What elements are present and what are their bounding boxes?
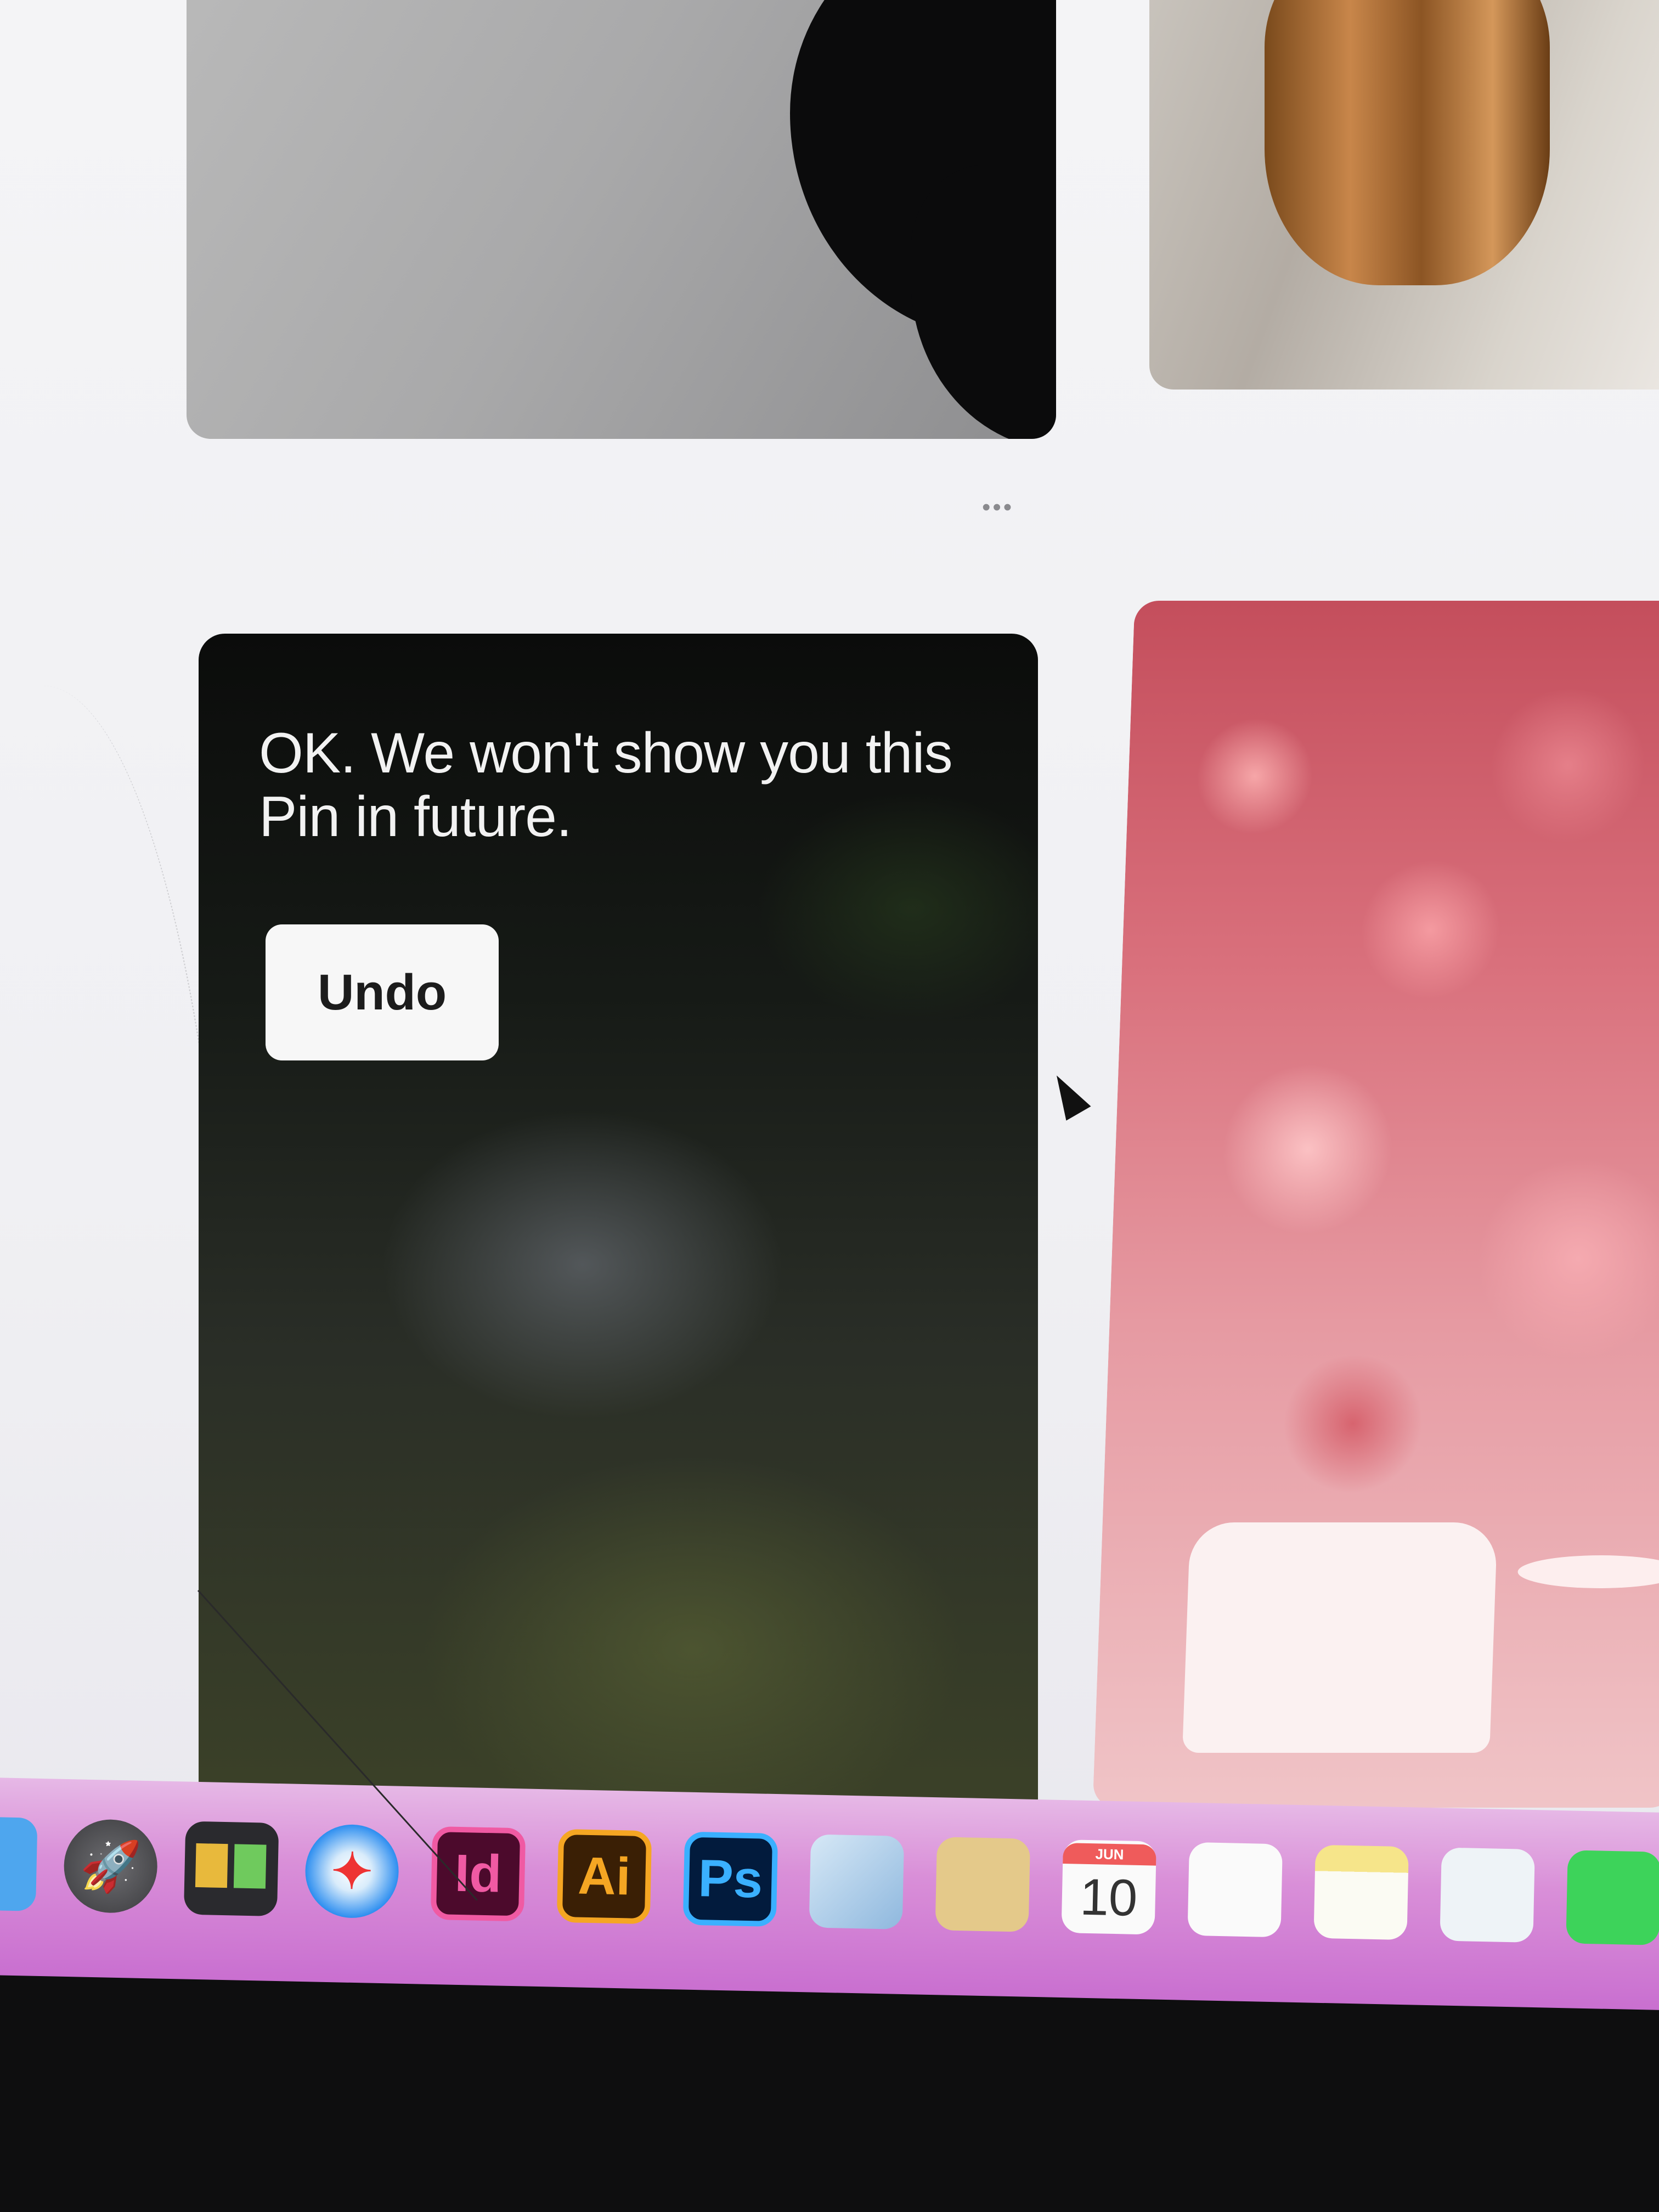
- undo-button[interactable]: Undo: [266, 924, 499, 1060]
- pin-image-chair: [1182, 1522, 1498, 1753]
- pin-image-pink-floral-room[interactable]: [1092, 601, 1659, 1808]
- pin-image-object: [1265, 0, 1550, 285]
- preview-icon[interactable]: [809, 1834, 905, 1929]
- dock: 🚀 ✦ Id Ai Ps JUN 10: [0, 1778, 1659, 2011]
- reminders-icon[interactable]: [1187, 1842, 1283, 1938]
- calendar-month: JUN: [1063, 1843, 1156, 1866]
- indesign-icon[interactable]: Id: [430, 1826, 526, 1922]
- pin-image-table: [1517, 1555, 1659, 1588]
- pin-image-top-right[interactable]: [1149, 0, 1659, 390]
- hidden-pin-card: OK. We won't show you this Pin in future…: [199, 634, 1038, 1830]
- messages-icon[interactable]: [1566, 1850, 1659, 1945]
- preferences-icon[interactable]: [1440, 1847, 1535, 1943]
- screen: ••• OK. We won't show you this Pin in fu…: [0, 0, 1659, 1953]
- calendar-icon[interactable]: JUN 10: [1061, 1839, 1157, 1935]
- safari-icon[interactable]: ✦: [304, 1824, 400, 1919]
- illustrator-icon[interactable]: Ai: [556, 1829, 652, 1925]
- finder-icon[interactable]: [0, 1816, 38, 1911]
- photoshop-icon[interactable]: Ps: [682, 1831, 778, 1927]
- hidden-pin-message: OK. We won't show you this Pin in future…: [259, 721, 953, 849]
- pin-image-top-left[interactable]: [187, 0, 1056, 439]
- mission-control-pane: [233, 1844, 267, 1889]
- folder-icon[interactable]: [935, 1837, 1031, 1932]
- more-options-button[interactable]: •••: [982, 494, 1014, 521]
- calendar-day: 10: [1079, 1867, 1138, 1927]
- pin-image-shape: [911, 165, 1056, 439]
- notes-icon[interactable]: [1313, 1844, 1409, 1940]
- mouse-cursor-icon: [1044, 1068, 1091, 1121]
- mission-control-icon[interactable]: [183, 1821, 279, 1917]
- launchpad-icon[interactable]: 🚀: [63, 1818, 159, 1914]
- mission-control-pane: [195, 1843, 228, 1888]
